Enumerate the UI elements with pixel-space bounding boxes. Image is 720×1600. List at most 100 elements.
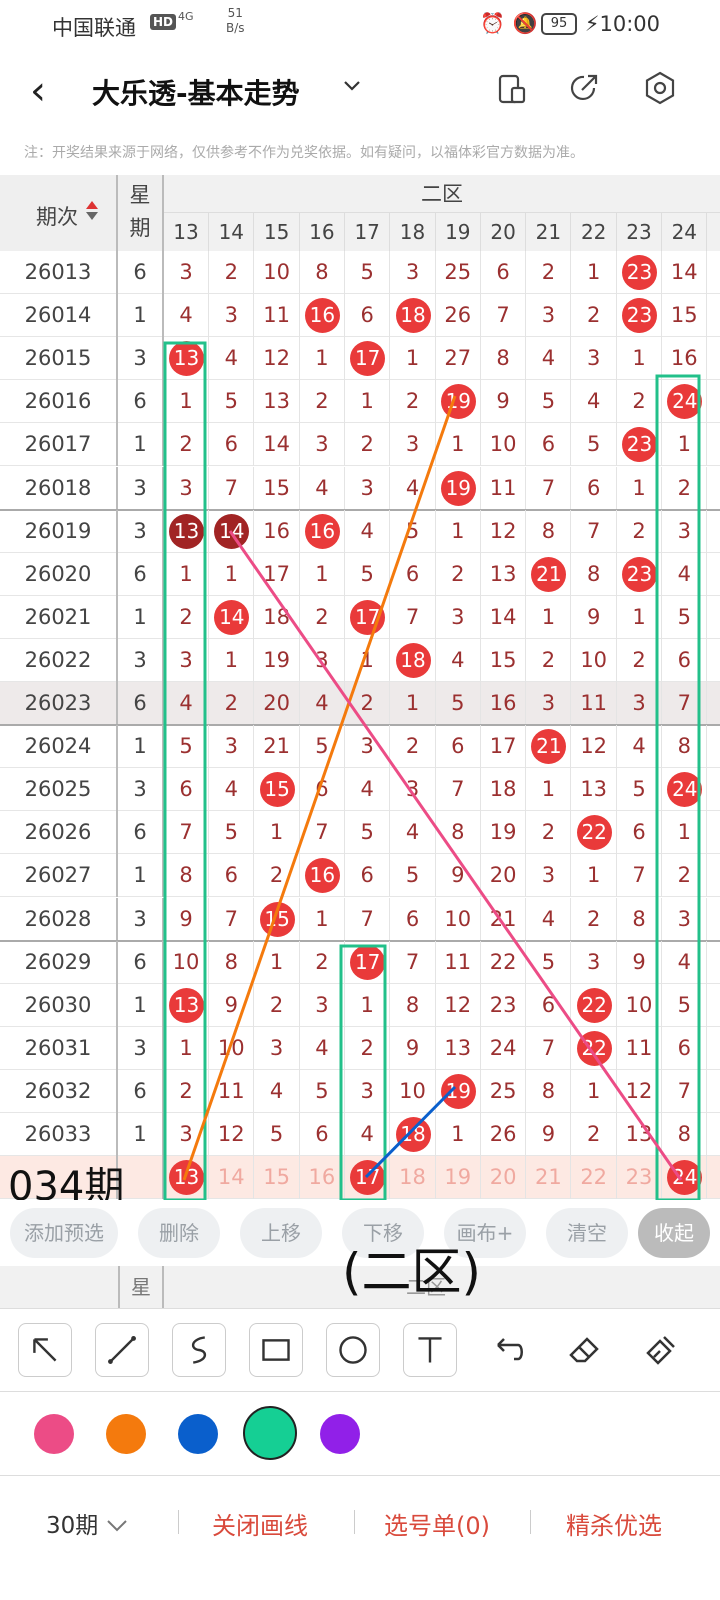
back-icon[interactable]: ‹ <box>30 68 46 114</box>
number-cell-hit: 23 <box>617 423 662 467</box>
color-swatch-pink[interactable] <box>34 1414 74 1454</box>
number-column-header: 13 <box>164 213 209 251</box>
line-tool-icon[interactable] <box>95 1323 149 1377</box>
rectangle-tool-icon[interactable] <box>249 1323 303 1377</box>
omission-cell: 3 <box>164 466 209 510</box>
selected-prediction-cell[interactable]: 24 <box>662 1156 708 1200</box>
add-preselect-button[interactable]: 添加预选 <box>10 1208 118 1258</box>
share-icon[interactable] <box>566 70 602 106</box>
color-swatch-blue[interactable] <box>178 1414 218 1454</box>
omission-cell: 9 <box>572 595 617 639</box>
prediction-cell[interactable]: 21 <box>526 1156 572 1200</box>
close-drawing-button[interactable]: 关闭画线 <box>212 1506 308 1541</box>
move-up-button[interactable]: 上移 <box>240 1208 322 1258</box>
collapse-button[interactable]: 收起 <box>638 1208 710 1258</box>
week-cell: 6 <box>118 251 164 294</box>
table-row: 26027 1 8 6 2 16 6 5 9 20 3 1 7 2 <box>0 854 720 898</box>
chevron-down-icon[interactable] <box>340 74 364 98</box>
week-cell: 6 <box>118 552 164 596</box>
text-tool-icon[interactable] <box>403 1323 457 1377</box>
hd-badge: HD <box>150 14 177 30</box>
delete-button[interactable]: 删除 <box>138 1208 220 1258</box>
clear-button[interactable]: 清空 <box>546 1208 628 1258</box>
prediction-cell[interactable]: 20 <box>481 1156 527 1200</box>
omission-cell: 5 <box>345 552 391 596</box>
selection-list-button[interactable]: 选号单(0) <box>384 1506 490 1541</box>
sort-icon[interactable] <box>86 201 98 220</box>
omission-cell: 3 <box>572 337 617 381</box>
prediction-cell[interactable]: 15 <box>255 1156 300 1200</box>
omission-cell: 6 <box>391 897 436 941</box>
bottom-bar: 30期 关闭画线 选号单(0) 精杀优选 <box>0 1476 720 1566</box>
week-cell: 3 <box>118 638 164 682</box>
table-row: 26015 3 13 4 12 1 17 1 27 8 4 3 1 16 <box>0 337 720 381</box>
omission-cell: 4 <box>391 466 436 510</box>
omission-cell: 3 <box>662 897 708 941</box>
curve-tool-icon[interactable] <box>172 1323 226 1377</box>
number-cell-hit: 21 <box>526 552 572 596</box>
omission-cell: 1 <box>572 1069 617 1113</box>
omission-cell: 6 <box>300 1113 345 1156</box>
drawn-number-ball: 22 <box>576 987 612 1023</box>
period-cell: 26017 <box>0 423 118 467</box>
phone-switch-icon[interactable] <box>494 70 530 106</box>
omission-cell: 7 <box>662 682 708 725</box>
settings-icon[interactable] <box>642 70 678 106</box>
eraser-icon[interactable] <box>557 1323 611 1377</box>
period-cell: 26031 <box>0 1026 118 1070</box>
omission-cell: 3 <box>526 294 572 338</box>
omission-cell: 1 <box>345 638 391 682</box>
prediction-cell[interactable]: 22 <box>572 1156 617 1200</box>
color-swatch-purple[interactable] <box>320 1414 360 1454</box>
omission-cell: 12 <box>617 1069 662 1113</box>
page-title[interactable]: 大乐透-基本走势 <box>92 72 300 112</box>
omission-cell: 1 <box>300 552 345 596</box>
prediction-cell[interactable]: 14 <box>209 1156 255 1200</box>
period-count-selector[interactable]: 30期 <box>46 1506 128 1540</box>
omission-cell: 2 <box>617 380 662 424</box>
selected-prediction-cell[interactable]: 13 <box>164 1156 209 1200</box>
week-cell: 6 <box>118 380 164 424</box>
undo-icon[interactable] <box>480 1323 534 1377</box>
omission-cell: 8 <box>526 509 572 553</box>
number-column-header: 23 <box>617 213 662 251</box>
omission-cell: 1 <box>209 638 255 682</box>
premium-pick-button[interactable]: 精杀优选 <box>566 1506 662 1541</box>
omission-cell: 8 <box>300 251 345 294</box>
omission-cell: 3 <box>345 1069 391 1113</box>
color-swatch-green-selected[interactable] <box>243 1406 297 1460</box>
omission-cell: 11 <box>481 466 527 510</box>
period-cell: 26032 <box>0 1069 118 1113</box>
omission-cell: 1 <box>526 595 572 639</box>
color-swatch-orange[interactable] <box>106 1414 146 1454</box>
number-cell-hit: 13 <box>164 509 209 553</box>
omission-cell: 5 <box>300 725 345 769</box>
drawn-number-ball: 23 <box>622 298 657 334</box>
omission-cell: 8 <box>164 854 209 898</box>
drawn-number-ball: 24 <box>667 772 703 808</box>
omission-cell: 2 <box>391 725 436 769</box>
omission-cell: 7 <box>345 897 391 941</box>
clear-brush-icon[interactable] <box>634 1323 688 1377</box>
selected-prediction-cell[interactable]: 17 <box>345 1156 391 1200</box>
omission-cell: 13 <box>481 552 527 596</box>
number-cell-hit: 16 <box>300 509 345 553</box>
prediction-cell[interactable]: 18 <box>391 1156 436 1200</box>
period-cell: 26015 <box>0 337 118 381</box>
omission-cell: 8 <box>209 940 255 984</box>
drawn-number-ball: 14 <box>214 599 250 635</box>
prediction-cell[interactable]: 23 <box>617 1156 662 1200</box>
omission-cell: 6 <box>526 423 572 467</box>
prediction-cell[interactable]: 19 <box>436 1156 481 1200</box>
number-column-header: 14 <box>209 213 255 251</box>
table-row: 26020 6 1 1 17 1 5 6 2 13 21 8 23 4 <box>0 552 720 596</box>
omission-cell: 7 <box>526 466 572 510</box>
omission-cell: 5 <box>164 725 209 769</box>
period-column-header[interactable]: 期次 <box>0 175 118 251</box>
week-cell: 6 <box>118 940 164 984</box>
arrow-tool-icon[interactable] <box>18 1323 72 1377</box>
omission-cell: 3 <box>436 595 481 639</box>
circle-tool-icon[interactable] <box>326 1323 380 1377</box>
prediction-cell[interactable]: 16 <box>300 1156 345 1200</box>
period-count: 30期 <box>46 1513 99 1539</box>
